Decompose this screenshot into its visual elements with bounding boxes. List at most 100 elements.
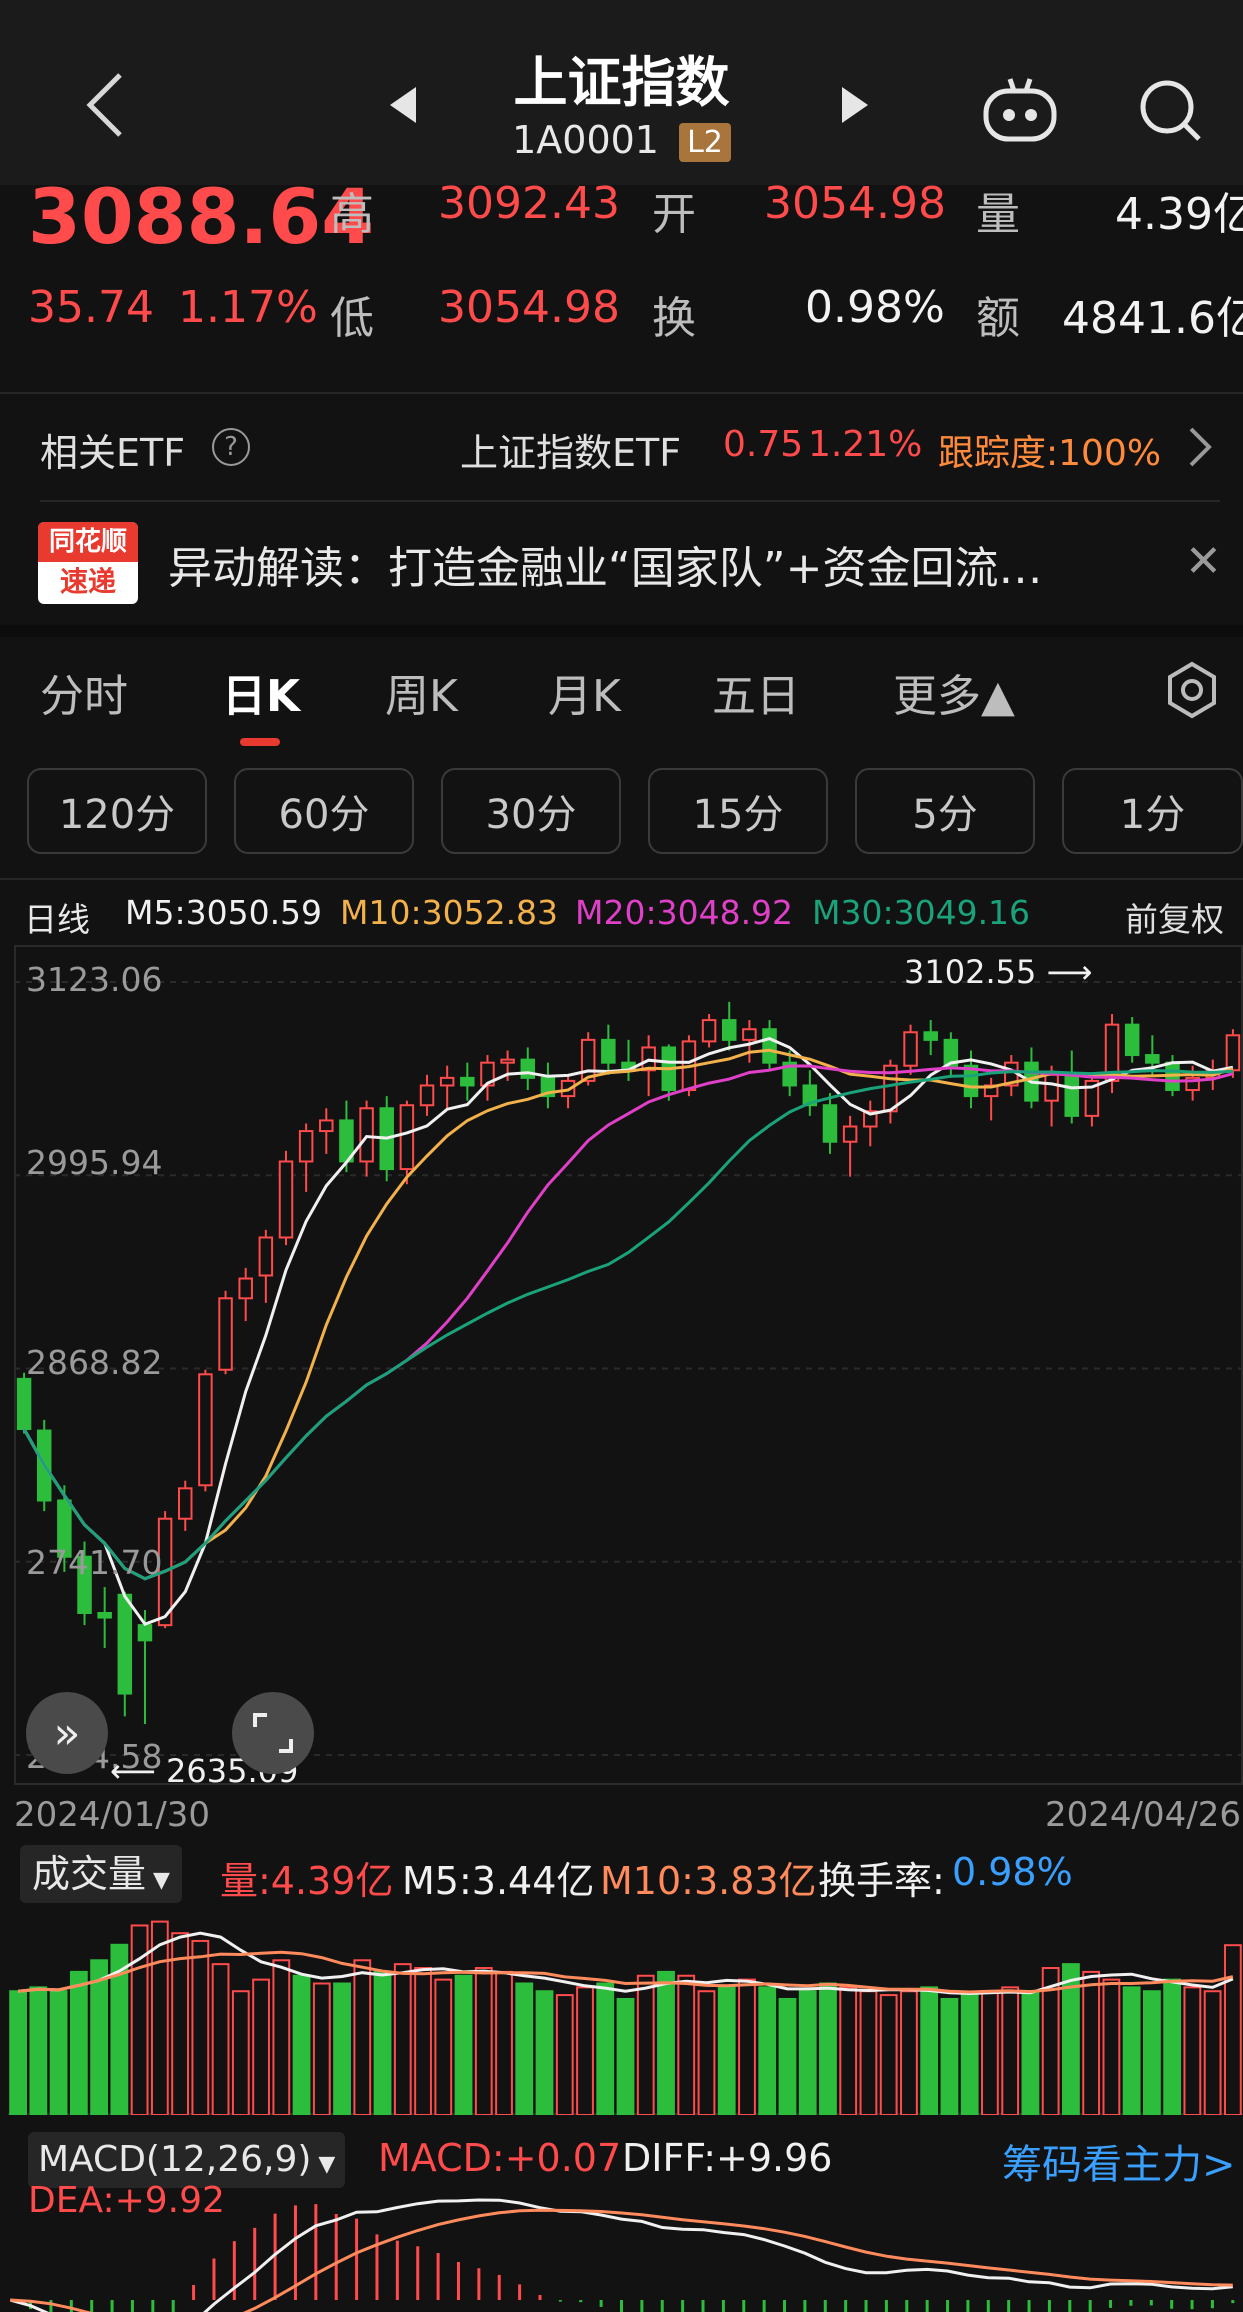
candle-body: [238, 1277, 253, 1300]
candle: [137, 1609, 153, 1724]
volume-bar: [1203, 1990, 1222, 2115]
help-icon[interactable]: ?: [212, 428, 250, 466]
volume-bar: [1122, 1986, 1141, 2115]
volume-bar: [1082, 1970, 1101, 2115]
volume-bar: [29, 1986, 48, 2115]
volume-bar: [414, 1967, 432, 2115]
adjust-mode[interactable]: 前复权: [1125, 893, 1224, 941]
candle-body: [520, 1058, 536, 1079]
volume-bar: [231, 1990, 250, 2115]
high-value: 3092.43: [438, 178, 620, 229]
volume-bar: [272, 1959, 291, 2115]
tab-monthly-k[interactable]: 月K: [548, 660, 621, 724]
candle-body: [198, 1373, 213, 1487]
next-stock-button[interactable]: [830, 80, 880, 130]
etf-name: 上证指数ETF: [460, 431, 682, 475]
arrow-left-icon: ⟵: [110, 1752, 167, 1790]
robot-assistant-button[interactable]: [975, 70, 1065, 150]
candle-body: [298, 1130, 314, 1163]
y-tick-label: 3123.06: [26, 960, 163, 999]
fullscreen-button[interactable]: [232, 1692, 314, 1774]
volume-chart[interactable]: [8, 1900, 1243, 2115]
volume-bar: [819, 1982, 837, 2115]
volume-dropdown[interactable]: 成交量 ▼: [20, 1845, 182, 1903]
search-button[interactable]: [1125, 65, 1215, 155]
volume-amount: 量:4.39亿: [220, 1859, 394, 1903]
candle: [540, 1062, 556, 1109]
candle: [601, 1024, 616, 1075]
volume-turnover-label: 换手率:: [818, 1859, 945, 1903]
volume-bar: [1183, 1986, 1202, 2115]
candle: [641, 1035, 656, 1097]
arrow-right-icon: ⟶: [1036, 953, 1093, 991]
period-15min[interactable]: 15分: [648, 768, 828, 854]
amount-label: 额: [976, 293, 1020, 344]
candle-body: [137, 1624, 153, 1642]
volume-bar: [515, 1982, 534, 2115]
candle: [903, 1024, 918, 1075]
ma30-line: [22, 1069, 1233, 1581]
y-tick-label: 2868.82: [26, 1343, 163, 1382]
candle: [238, 1267, 253, 1322]
candle-body: [218, 1297, 233, 1371]
candlestick-chart[interactable]: [14, 945, 1243, 1785]
ma20-value: M20:3048.92: [575, 893, 794, 932]
candle-body: [701, 1019, 717, 1043]
candle-body: [762, 1028, 777, 1064]
volume-bar: [191, 1939, 210, 2115]
period-5min[interactable]: 5分: [855, 768, 1035, 854]
volume-value: 4.39亿: [1115, 189, 1243, 240]
tab-weekly-k[interactable]: 周K: [385, 660, 458, 724]
volume-bar: [252, 1978, 270, 2115]
x-start-date: 2024/01/30: [14, 1795, 210, 1835]
candle-body: [1044, 1073, 1059, 1102]
expand-sidebar-button[interactable]: »: [26, 1692, 108, 1774]
open-label: 开: [652, 189, 696, 240]
ma20-line: [22, 1064, 1234, 1581]
etf-price: 0.75: [723, 424, 804, 465]
period-120min[interactable]: 120分: [27, 768, 207, 854]
volume-bar: [495, 1970, 513, 2115]
candle-body: [278, 1160, 294, 1239]
candle: [460, 1062, 475, 1101]
volume-bar: [69, 1970, 88, 2115]
volume-bar: [859, 1990, 878, 2115]
period-30min[interactable]: 30分: [441, 768, 621, 854]
candle-body: [601, 1038, 616, 1064]
candle: [117, 1591, 133, 1717]
candle: [1124, 1017, 1140, 1063]
volume-bar: [434, 1978, 453, 2115]
ma5-value: M5:3050.59: [125, 893, 323, 932]
volume-bar: [960, 1994, 979, 2115]
candle-body: [460, 1076, 475, 1087]
candle: [983, 1077, 999, 1121]
tab-fenshi[interactable]: 分时: [40, 660, 128, 724]
volume-bar: [292, 1974, 311, 2115]
volume-bar: [90, 1959, 109, 2115]
candle-body: [359, 1107, 374, 1163]
candle: [842, 1115, 858, 1177]
volume-bar: [981, 1990, 999, 2115]
active-tab-indicator: [240, 738, 280, 746]
settings-icon[interactable]: [1162, 660, 1222, 720]
section-gap: [0, 625, 1243, 637]
news-text[interactable]: 异动解读：打造金融业“国家队”+资金回流…: [168, 532, 1128, 596]
candle: [701, 1014, 717, 1048]
search-icon: [1140, 80, 1201, 141]
ma-legend-label: 日线: [24, 900, 90, 939]
period-1min[interactable]: 1分: [1062, 768, 1243, 854]
volume-bar: [1021, 1990, 1040, 2115]
close-icon[interactable]: ✕: [1185, 536, 1222, 587]
volume-label: 量: [976, 189, 1020, 240]
tab-daily-k[interactable]: 日K: [222, 660, 300, 724]
volume-bar: [738, 1978, 756, 2115]
tab-five-day[interactable]: 五日: [712, 660, 800, 724]
high-label: 高: [330, 189, 374, 240]
tab-more[interactable]: 更多▲: [893, 660, 1015, 724]
chevron-right-icon: [1189, 427, 1212, 467]
volume-bar: [839, 1986, 858, 2115]
volume-bar: [920, 1986, 939, 2115]
macd-chart: [9, 2198, 1235, 2312]
period-60min[interactable]: 60分: [234, 768, 414, 854]
candle: [198, 1369, 213, 1492]
